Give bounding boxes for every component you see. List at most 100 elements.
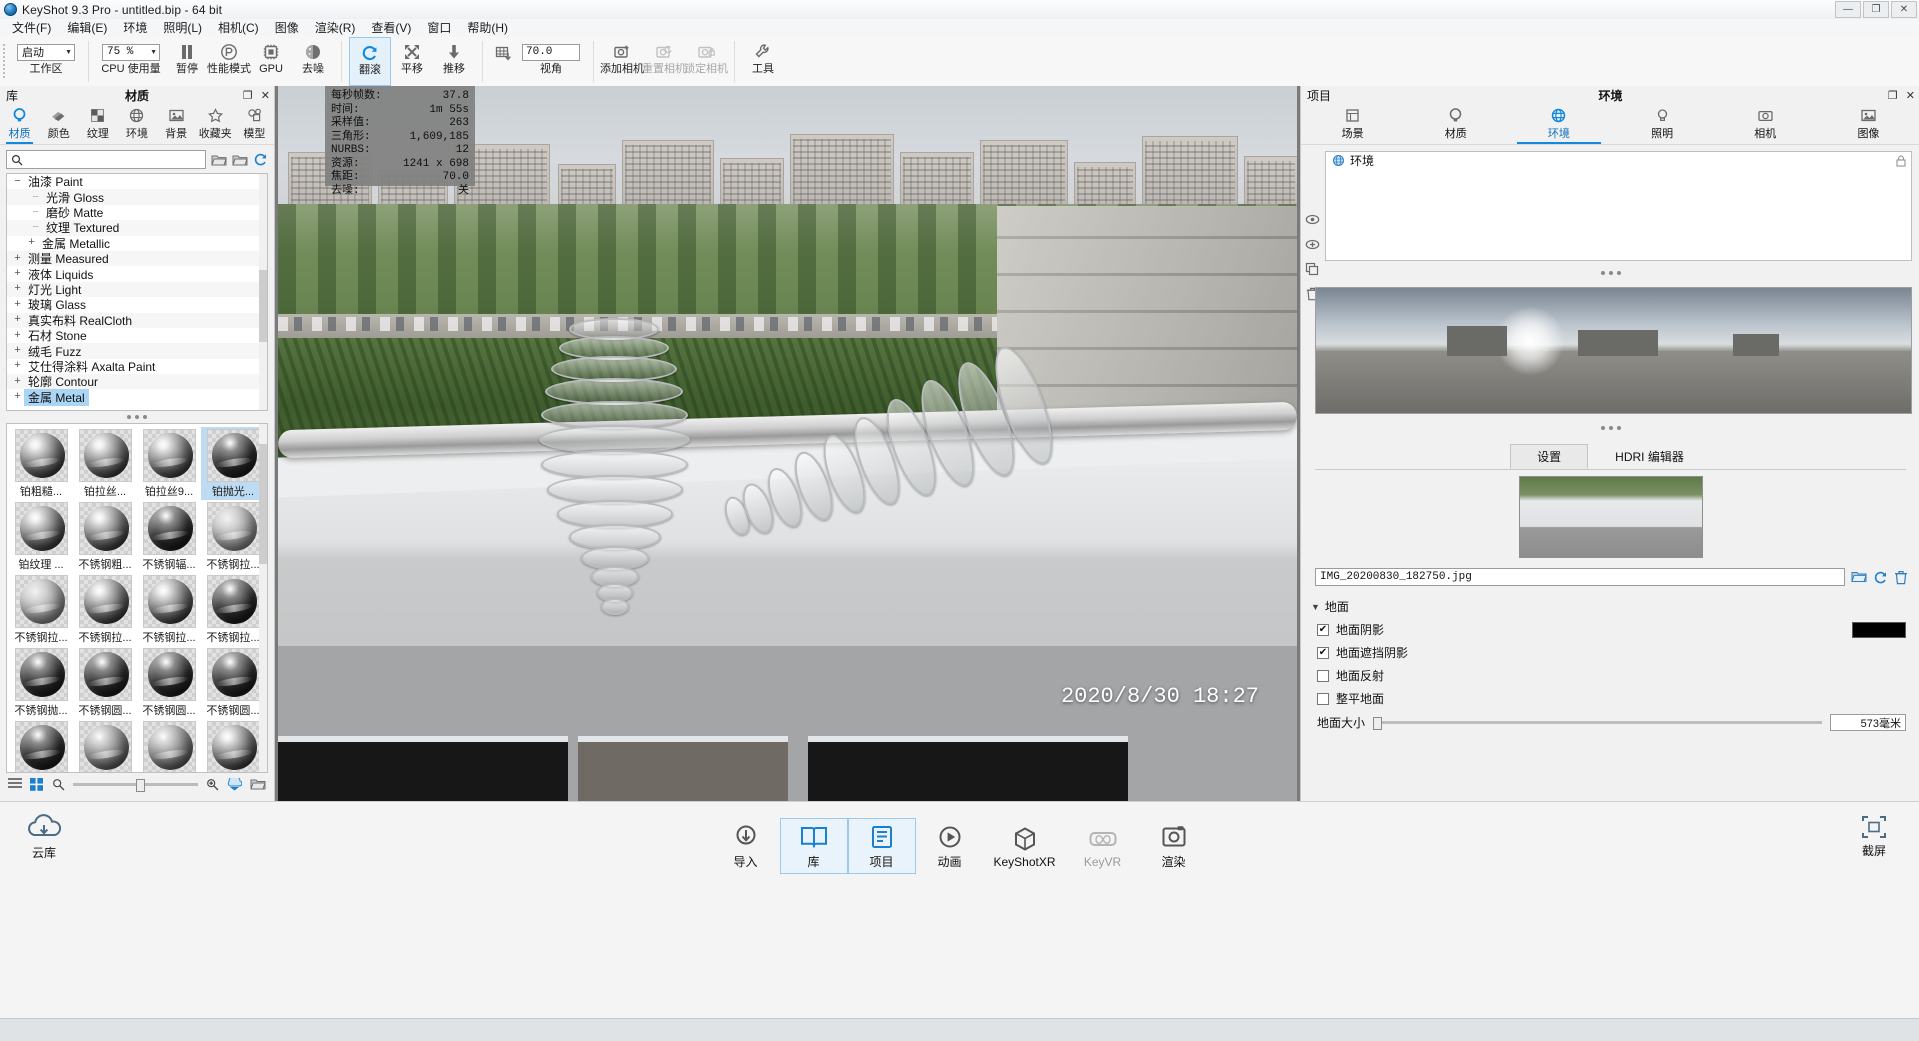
copy-icon[interactable]	[1304, 261, 1320, 277]
material-cell[interactable]: 不锈钢辐...	[137, 500, 201, 573]
tree-item-realcloth[interactable]: + 真实布料 RealCloth	[7, 312, 267, 328]
folder-icon[interactable]	[1851, 570, 1867, 584]
ground-shadow-color-swatch[interactable]	[1852, 621, 1906, 638]
environment-file-input[interactable]: IMG_20200830_182750.jpg	[1315, 568, 1845, 586]
tree-toggle[interactable]: +	[11, 376, 24, 388]
environment-image-preview[interactable]	[1518, 476, 1703, 558]
material-cell[interactable]: 不锈钢圆...	[137, 646, 201, 719]
reset-camera-button[interactable]: 重置相机	[642, 37, 686, 86]
thumbnail-size-slider[interactable]	[73, 778, 198, 792]
dock-project[interactable]: 项目	[847, 818, 916, 874]
material-cell[interactable]: 钢粗糙...	[137, 719, 201, 772]
tree-toggle[interactable]: −	[11, 176, 24, 188]
material-cell[interactable]: 铂拉丝...	[73, 427, 137, 500]
tree-item-glass[interactable]: + 玻璃 Glass	[7, 297, 267, 312]
tree-toggle[interactable]: +	[11, 391, 24, 403]
gpu-button[interactable]: GPU	[250, 37, 292, 86]
maximize-button[interactable]: ❐	[1863, 1, 1889, 18]
material-cell-selected[interactable]: 铂抛光...	[201, 427, 265, 500]
grid-view-icon[interactable]	[30, 777, 44, 791]
menu-image[interactable]: 图像	[267, 19, 307, 37]
library-folder-add-icon[interactable]	[232, 153, 248, 167]
menu-view[interactable]: 查看(V)	[363, 19, 419, 37]
tab-materials[interactable]: 材质	[0, 104, 39, 144]
zoom-in-icon[interactable]	[206, 778, 219, 791]
project-close-icon[interactable]: ✕	[1906, 89, 1915, 102]
tab-colors[interactable]: 颜色	[39, 104, 78, 144]
render-viewport[interactable]: 2020/8/30 18:27 每秒帧数: 37.8 时间: 1m 55s 采样值:…	[275, 86, 1300, 801]
menu-camera[interactable]: 相机(C)	[210, 19, 267, 37]
tree-toggle[interactable]: +	[11, 330, 24, 342]
tab-image[interactable]: 图像	[1817, 104, 1919, 144]
ground-shadow-row[interactable]: 地面阴影	[1317, 621, 1919, 638]
project-float-icon[interactable]: ❐	[1888, 89, 1898, 102]
dock-render[interactable]: 渲染	[1140, 818, 1208, 874]
ground-reflection-row[interactable]: 地面反射	[1317, 667, 1919, 684]
tree-item-axalta-paint[interactable]: + 艾仕得涂料 Axalta Paint	[7, 359, 267, 374]
material-cell[interactable]: 不锈钢拉...	[201, 500, 265, 573]
menu-environment[interactable]: 环境	[115, 19, 155, 37]
tree-item-metallic[interactable]: + 金属 Metallic	[7, 236, 267, 251]
tab-favorites[interactable]: 收藏夹	[196, 104, 235, 144]
dock-import[interactable]: 导入	[712, 818, 780, 874]
tree-item-textured[interactable]: ┈ 纹理 Textured	[7, 220, 267, 236]
add-icon[interactable]	[1304, 236, 1320, 252]
pause-button[interactable]: 暂停	[166, 37, 208, 86]
dock-library[interactable]: 库	[779, 818, 848, 874]
trash-icon[interactable]	[1894, 570, 1908, 585]
fov-control[interactable]: 70.0 视角	[516, 37, 586, 86]
material-tree[interactable]: − 油漆 Paint ┈ 光滑 Gloss ┈ 磨砂 Matte ┈ 纹理 Te…	[6, 173, 268, 411]
tree-item-measured[interactable]: + 测量 Measured	[7, 250, 267, 267]
fov-value[interactable]: 70.0	[522, 43, 580, 61]
environment-list-item[interactable]: 环境	[1326, 152, 1911, 169]
fov-grid-button[interactable]	[490, 37, 516, 86]
pan-button[interactable]: 平移	[391, 37, 433, 86]
material-grid[interactable]: 铂粗糙... 铂拉丝... 铂拉丝9... 铂抛光... 铂纹理 ... 不锈钢…	[6, 423, 268, 773]
tree-toggle[interactable]: +	[11, 360, 24, 372]
ground-section-header[interactable]: ▼ 地面	[1311, 598, 1919, 615]
menu-window[interactable]: 窗口	[419, 19, 459, 37]
tree-item-light[interactable]: + 灯光 Light	[7, 281, 267, 298]
tree-item-metal[interactable]: + 金属 Metal	[7, 388, 267, 406]
tree-toggle[interactable]: +	[11, 268, 24, 280]
ground-occlusion-checkbox[interactable]	[1317, 646, 1329, 659]
tree-toggle[interactable]: +	[11, 283, 24, 295]
grid-scrollbar[interactable]	[259, 424, 267, 772]
tab-material[interactable]: 材质	[1404, 104, 1507, 144]
library-refresh-icon[interactable]	[253, 152, 268, 167]
menu-lighting[interactable]: 照明(L)	[155, 19, 210, 37]
list-view-icon[interactable]	[8, 778, 22, 790]
tab-lighting[interactable]: 照明	[1611, 104, 1714, 144]
material-cell[interactable]: 铂纹理 ...	[9, 500, 73, 573]
lock-camera-button[interactable]: 锁定相机	[684, 37, 728, 86]
cpu-usage-control[interactable]: 75 % ▼ CPU 使用量	[96, 37, 166, 86]
material-cell[interactable]: 不锈钢拉...	[9, 573, 73, 646]
menu-render[interactable]: 渲染(R)	[307, 19, 364, 37]
performance-mode-button[interactable]: 性能模式	[207, 37, 251, 86]
hdri-splitter-handle[interactable]	[1301, 422, 1919, 434]
menu-file[interactable]: 文件(F)	[4, 19, 59, 37]
library-folder-icon[interactable]	[211, 153, 227, 167]
material-cell[interactable]: 不锈钢拉...	[137, 573, 201, 646]
flatten-ground-row[interactable]: 整平地面	[1317, 690, 1919, 707]
download-icon[interactable]	[227, 777, 242, 791]
panel-splitter-handle[interactable]	[0, 411, 274, 423]
ground-occlusion-row[interactable]: 地面遮挡阴影	[1317, 644, 1919, 661]
material-cell[interactable]: 钢粗糙...	[201, 719, 265, 772]
dock-keyshotxr[interactable]: KeyShotXR	[984, 818, 1066, 874]
zoom-out-icon[interactable]	[52, 778, 65, 791]
subtab-hdri-editor[interactable]: HDRI 编辑器	[1588, 444, 1711, 469]
tree-item-liquids[interactable]: + 液体 Liquids	[7, 266, 267, 282]
spring-object-vertical[interactable]	[533, 318, 693, 628]
tab-camera[interactable]: 相机	[1714, 104, 1817, 144]
tab-models[interactable]: 模型	[235, 104, 274, 144]
tree-toggle[interactable]: +	[25, 237, 38, 249]
tab-textures[interactable]: 纹理	[78, 104, 117, 144]
material-cell[interactable]: 铂拉丝9...	[137, 427, 201, 500]
material-cell[interactable]: 铂粗糙...	[9, 427, 73, 500]
material-cell[interactable]: 不锈钢抛...	[9, 646, 73, 719]
open-folder-icon[interactable]	[250, 778, 266, 791]
crop-screen-button[interactable]: 截屏	[1843, 814, 1905, 859]
ground-shadow-checkbox[interactable]	[1317, 623, 1329, 636]
tree-item-matte[interactable]: ┈ 磨砂 Matte	[7, 205, 267, 220]
